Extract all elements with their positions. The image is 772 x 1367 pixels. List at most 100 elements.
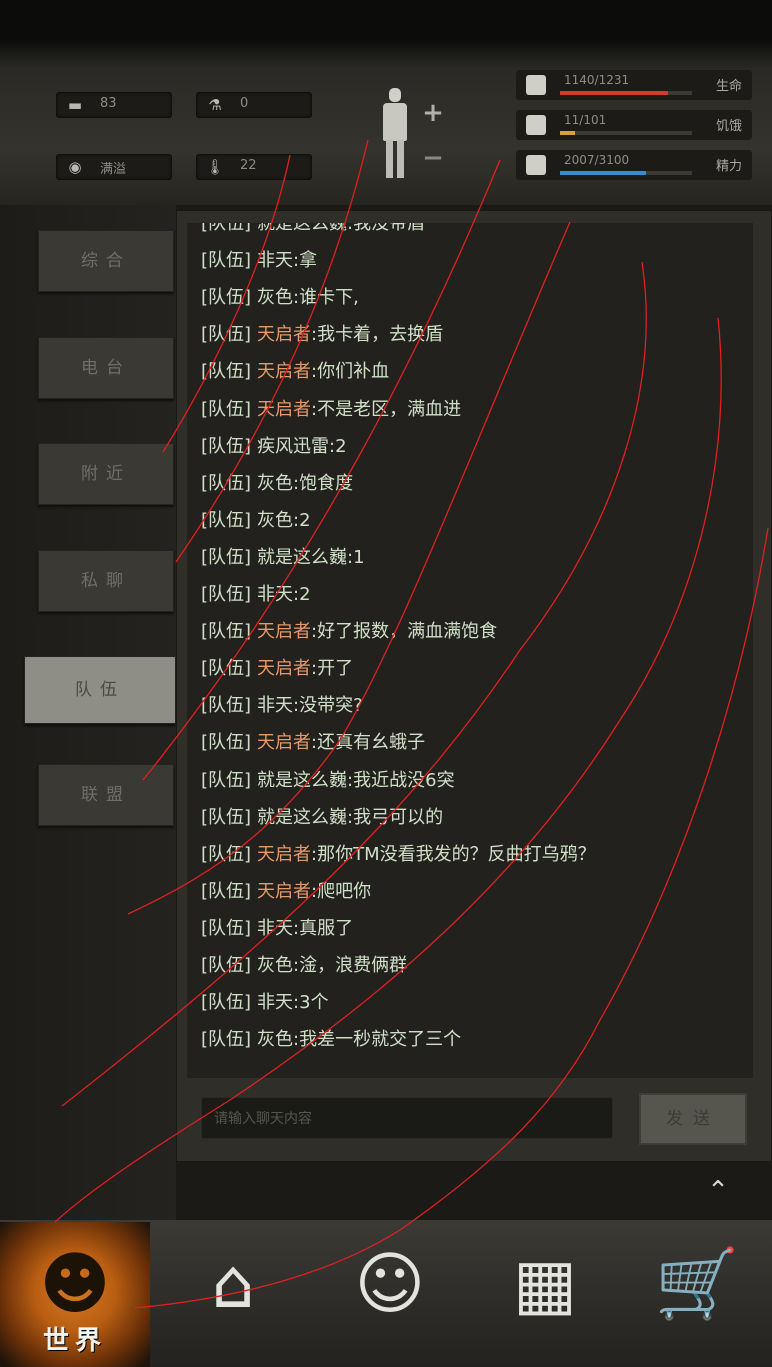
hunger-vital: 11/101 饥饿 <box>516 110 752 140</box>
figure-leg <box>386 140 393 178</box>
hunger-label: 饥饿 <box>715 119 742 134</box>
message-sender[interactable]: 天启者 <box>257 621 311 642</box>
message-text: :你们补血 <box>311 361 390 383</box>
character-figure[interactable] <box>380 88 410 180</box>
tab-radio[interactable]: 电台 <box>38 337 174 399</box>
message-sender[interactable]: 就是这么巍 <box>257 807 347 828</box>
message-text: :2 <box>293 509 311 531</box>
collapse-icon[interactable]: ⌃ <box>694 1176 742 1206</box>
nav-radio-button[interactable]: ▦ <box>470 1222 620 1367</box>
message-sender[interactable]: 灰色 <box>257 473 293 494</box>
message-channel: [队伍] <box>201 472 252 494</box>
figure-body <box>383 103 407 141</box>
water-icon: ⚗ <box>208 96 222 114</box>
water-value: 0 <box>240 96 249 111</box>
message-sender[interactable]: 天启者 <box>257 361 311 382</box>
message-sender[interactable]: 天启者 <box>257 399 311 420</box>
chat-message: [队伍] 灰色:淦，浪费俩群 <box>201 951 407 977</box>
chat-message: [队伍] 非天:拿 <box>201 246 317 272</box>
message-text: :真服了 <box>293 917 354 939</box>
chat-message: [队伍] 灰色:我差一秒就交了三个 <box>201 1025 461 1051</box>
message-sender[interactable]: 天启者 <box>257 324 311 345</box>
figure-leg <box>397 140 404 178</box>
tab-nearby[interactable]: 附近 <box>38 443 174 505</box>
tab-alliance[interactable]: 联盟 <box>38 764 174 826</box>
health-vital: 1140/1231 生命 <box>516 70 752 100</box>
stomach-icon <box>526 115 546 135</box>
message-channel: [队伍] <box>201 398 252 420</box>
energy-bar <box>560 171 692 175</box>
backpack-icon: ⌂ <box>211 1245 255 1324</box>
message-text: :3个 <box>293 992 329 1014</box>
message-channel: [队伍] <box>201 695 252 717</box>
nav-character-button[interactable]: ☺ <box>315 1222 465 1367</box>
message-sender[interactable]: 就是这么巍 <box>257 547 347 568</box>
food-icon: ▬ <box>67 96 83 114</box>
plus-button[interactable]: + <box>420 100 446 126</box>
message-text: :我弓可以的 <box>347 806 444 828</box>
message-text: :我没带盾 <box>347 223 426 234</box>
chat-input[interactable]: 请输入聊天内容 <box>201 1097 613 1139</box>
chat-panel: [队伍] 就是这么巍:我没带盾 [队伍] 非天:拿 [队伍] 灰色:谁卡下, [队伍] 天启者… <box>176 210 772 1162</box>
message-text: :好了报数，满血满饱食 <box>311 621 498 643</box>
minus-button[interactable]: − <box>420 145 446 171</box>
message-text: :淦，浪费俩群 <box>293 955 408 976</box>
nav-world-button[interactable]: ☻ 世界 <box>0 1222 150 1367</box>
message-channel: [队伍] <box>201 509 252 531</box>
message-sender[interactable]: 非天 <box>257 918 293 939</box>
phone-icon: ▦ <box>512 1245 578 1324</box>
message-sender[interactable]: 灰色 <box>257 1029 293 1050</box>
message-channel: [队伍] <box>201 917 252 939</box>
message-channel: [队伍] <box>201 435 252 457</box>
message-sender[interactable]: 非天 <box>257 250 293 271</box>
message-sender[interactable]: 灰色 <box>257 510 293 531</box>
health-bar <box>560 91 692 95</box>
message-sender[interactable]: 灰色 <box>257 955 293 976</box>
figure-head <box>389 88 401 102</box>
tab-team[interactable]: 队伍 <box>24 656 176 724</box>
chat-message: [队伍] 非天:真服了 <box>201 914 353 940</box>
message-sender[interactable]: 天启者 <box>257 844 311 865</box>
chat-message: [队伍] 非天:2 <box>201 580 311 606</box>
nav-backpack-button[interactable]: ⌂ <box>158 1222 308 1367</box>
mood-stat: ◉ 满溢 <box>56 154 172 180</box>
chat-message: [队伍] 天启者:爬吧你 <box>201 877 371 903</box>
message-sender[interactable]: 天启者 <box>257 732 311 753</box>
food-value: 83 <box>100 96 117 111</box>
energy-icon <box>526 155 546 175</box>
message-sender[interactable]: 天启者 <box>257 881 311 902</box>
message-channel: [队伍] <box>201 324 252 346</box>
tab-private[interactable]: 私聊 <box>38 550 174 612</box>
chat-message: [队伍] 就是这么巍:我弓可以的 <box>201 803 443 829</box>
message-text: :没带突? <box>293 695 363 717</box>
message-channel: [队伍] <box>201 769 252 791</box>
chat-message: [队伍] 非天:3个 <box>201 988 329 1014</box>
energy-label: 精力 <box>715 159 742 174</box>
message-sender[interactable]: 疾风迅雷 <box>257 436 329 457</box>
message-sender[interactable]: 非天 <box>257 992 293 1013</box>
tab-general[interactable]: 综合 <box>38 230 174 292</box>
temperature-stat: 🌡 22 <box>196 154 312 180</box>
message-sender[interactable]: 非天 <box>257 584 293 605</box>
health-bar-fill <box>560 91 669 95</box>
message-sender[interactable]: 就是这么巍 <box>257 770 347 791</box>
message-text: :爬吧你 <box>311 880 372 902</box>
message-sender[interactable]: 灰色 <box>257 287 293 308</box>
nav-shop-button[interactable]: 🛒 <box>622 1222 772 1367</box>
message-channel: [队伍] <box>201 621 252 643</box>
send-button[interactable]: 发送 <box>639 1093 747 1145</box>
chat-message: [队伍] 天启者:我卡着，去换盾 <box>201 320 443 346</box>
chat-message: [队伍] 天启者:好了报数，满血满饱食 <box>201 617 497 643</box>
message-text: :2 <box>293 584 311 605</box>
message-sender[interactable]: 就是这么巍 <box>257 223 347 234</box>
mood-icon: ◉ <box>68 158 82 176</box>
message-text: :饱食度 <box>293 472 354 494</box>
message-channel: [队伍] <box>201 992 252 1014</box>
nav-world-label: 世界 <box>42 1326 107 1356</box>
message-channel: [队伍] <box>201 880 252 902</box>
message-sender[interactable]: 非天 <box>257 695 293 716</box>
chat-log[interactable]: [队伍] 就是这么巍:我没带盾 [队伍] 非天:拿 [队伍] 灰色:谁卡下, [队伍] 天启者… <box>187 223 753 1078</box>
chat-message: [队伍] 天启者:开了 <box>201 654 353 680</box>
message-sender[interactable]: 天启者 <box>257 658 311 679</box>
chat-message: [队伍] 天启者:那你TM没看我发的？反曲打乌鸦？ <box>201 840 596 866</box>
